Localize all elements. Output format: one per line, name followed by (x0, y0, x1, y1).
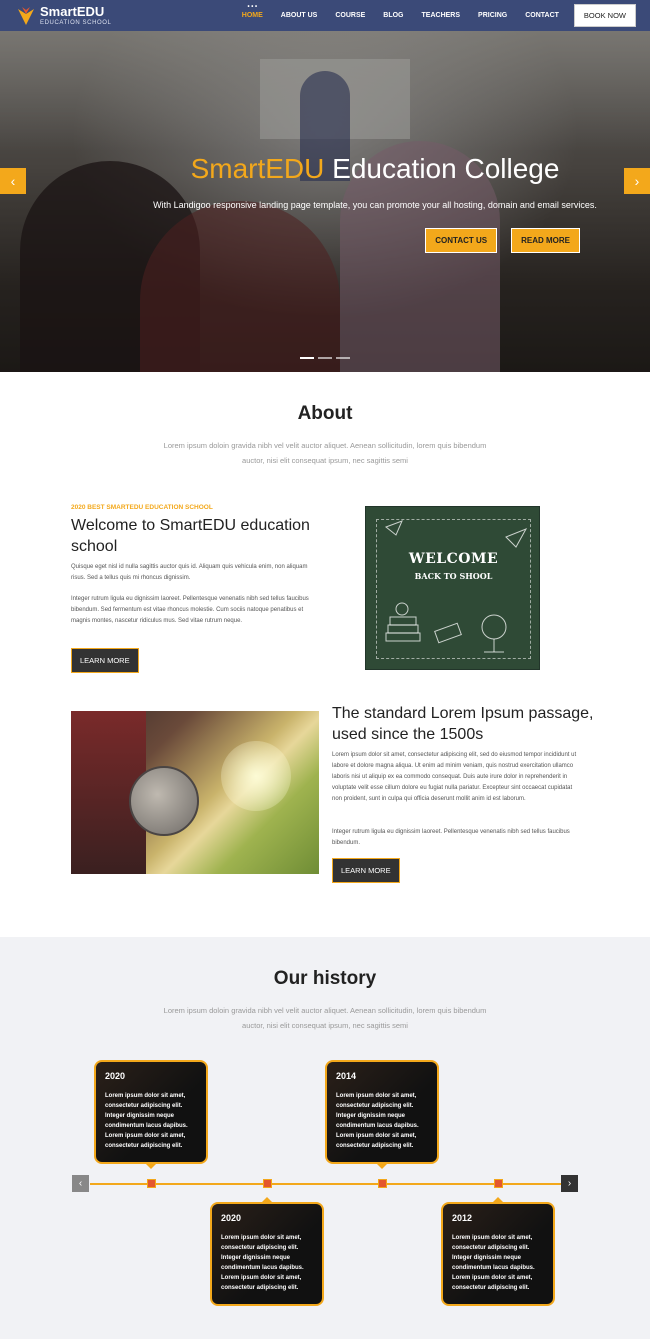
nav-item-pricing[interactable]: PRICING (469, 12, 516, 19)
hero-title-accent: SmartEDU (190, 153, 325, 184)
timeline-text: Lorem ipsum dolor sit amet, consectetur … (336, 1093, 419, 1149)
main-menu: HOME ABOUT US COURSE BLOG TEACHERS PRICI… (233, 4, 636, 27)
slider-dot[interactable] (336, 357, 350, 359)
timeline-card[interactable]: 2014 Lorem ipsum dolor sit amet, consect… (325, 1060, 439, 1164)
slider-dot[interactable] (318, 357, 332, 359)
slider-dots (300, 357, 350, 359)
history-title: Our history (273, 968, 377, 989)
standard-heading: The standard Lorem Ipsum passage, used s… (332, 705, 594, 743)
logo-icon (16, 5, 36, 27)
logo[interactable]: SmartEDU EDUCATION SCHOOL (16, 5, 112, 27)
timeline-line (90, 1183, 562, 1185)
contact-us-button[interactable]: CONTACT US (425, 228, 498, 253)
timeline-text: Lorem ipsum dolor sit amet, consectetur … (452, 1235, 535, 1291)
learn-more-button[interactable]: LEARN MORE (71, 648, 139, 673)
chevron-right-icon[interactable]: › (561, 1175, 578, 1192)
standard-paragraph: Integer rutrum ligula eu dignissim laore… (332, 829, 570, 846)
timeline-year: 2014 (336, 1071, 357, 1081)
brand-subtitle: EDUCATION SCHOOL (40, 20, 112, 26)
nav-item-blog[interactable]: BLOG (374, 12, 412, 19)
timeline-marker[interactable] (378, 1179, 387, 1188)
sunlight-glow (221, 741, 291, 811)
nav-item-home[interactable]: HOME (233, 12, 272, 19)
student-with-globe-image (71, 711, 319, 874)
timeline-card[interactable]: 2012 Lorem ipsum dolor sit amet, consect… (441, 1202, 555, 1306)
nav-item-course[interactable]: COURSE (326, 12, 374, 19)
timeline-text: Lorem ipsum dolor sit amet, consectetur … (105, 1093, 188, 1149)
about-title: About (297, 403, 353, 424)
timeline-notch (146, 1164, 156, 1169)
nav-item-about-us[interactable]: ABOUT US (272, 12, 327, 19)
top-navbar: SmartEDU EDUCATION SCHOOL HOME ABOUT US … (0, 0, 650, 31)
welcome-chalkboard-image: WELCOME BACK TO SHOOL (365, 506, 540, 670)
nav-item-contact[interactable]: CONTACT (516, 12, 568, 19)
timeline-marker[interactable] (147, 1179, 156, 1188)
about-description: Lorem ipsum doloin gravida nibh vel veli… (163, 441, 487, 465)
timeline-card[interactable]: 2020 Lorem ipsum dolor sit amet, consect… (94, 1060, 208, 1164)
chalk-doodles-icon (385, 520, 528, 653)
brand-title: SmartEDU (40, 4, 105, 19)
learn-more-button[interactable]: LEARN MORE (332, 858, 400, 883)
timeline-notch (377, 1164, 387, 1169)
nav-item-teachers[interactable]: TEACHERS (413, 12, 470, 19)
chevron-right-icon[interactable]: › (624, 168, 650, 194)
book-now-button[interactable]: BOOK NOW (573, 4, 636, 27)
history-description: Lorem ipsum doloin gravida nibh vel veli… (163, 1006, 487, 1030)
chevron-left-icon[interactable]: ‹ (0, 168, 26, 194)
timeline-marker[interactable] (494, 1179, 503, 1188)
hero-slider: SmartEDU Education College With Landigoo… (0, 31, 650, 372)
slider-dot[interactable] (300, 357, 314, 359)
read-more-button[interactable]: READ MORE (511, 228, 580, 253)
timeline-text: Lorem ipsum dolor sit amet, consectetur … (221, 1235, 304, 1291)
hero-subtitle: With Landigoo responsive landing page te… (153, 200, 597, 210)
standard-paragraph: Lorem ipsum dolor sit amet, consectetur … (332, 752, 577, 802)
timeline-card[interactable]: 2020 Lorem ipsum dolor sit amet, consect… (210, 1202, 324, 1306)
about-kicker: 2020 BEST SMARTEDU EDUCATION SCHOOL (71, 504, 213, 511)
timeline-year: 2020 (105, 1071, 126, 1081)
about-paragraph: Quisque eget nisl id nulla sagittis auct… (71, 564, 308, 581)
about-heading: Welcome to SmartEDU education school (71, 517, 310, 555)
about-paragraph: Integer rutrum ligula eu dignissim laore… (71, 596, 309, 624)
timeline-marker[interactable] (263, 1179, 272, 1188)
timeline-year: 2012 (452, 1213, 473, 1223)
hero-title-rest: Education College (324, 153, 560, 184)
timeline-year: 2020 (221, 1213, 242, 1223)
globe-ball (129, 766, 199, 836)
chevron-left-icon[interactable]: ‹ (72, 1175, 89, 1192)
hero-title: SmartEDU Education College (0, 153, 650, 185)
